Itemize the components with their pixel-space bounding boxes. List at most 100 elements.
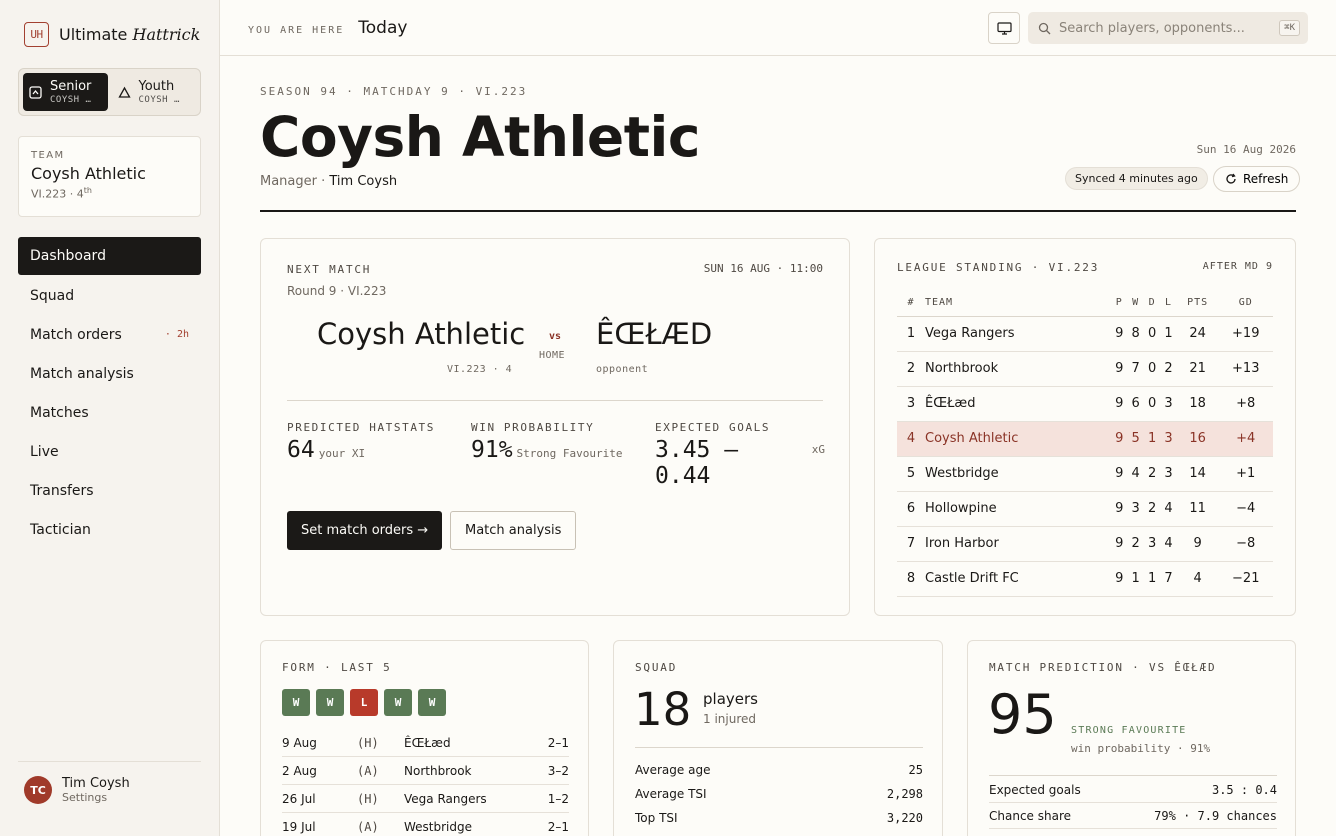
won: 6: [1127, 386, 1144, 422]
nav-label: Matches: [30, 404, 89, 421]
search-bar: ⌘K: [1028, 12, 1308, 44]
table-row[interactable]: 6 Hollowpine 9 3 2 4 11 −4: [897, 491, 1273, 527]
set-match-orders-button[interactable]: Set match orders →: [287, 511, 443, 550]
logo-icon: UH: [24, 22, 49, 47]
drawn: 0: [1143, 386, 1161, 422]
home-team: Coysh Athletic: [317, 317, 526, 351]
points: 11: [1176, 491, 1219, 527]
nav-item-matches[interactable]: Matches: [18, 393, 201, 432]
nav-item-squad[interactable]: Squad: [18, 276, 201, 315]
table-row-own-team[interactable]: 4 Coysh Athletic 9 5 1 3 16 +4: [897, 421, 1273, 457]
brand-name: Ultimate Hattrick: [59, 25, 200, 44]
table-row[interactable]: 3 ÊŒŁæd 9 6 0 3 18 +8: [897, 386, 1273, 422]
search-input[interactable]: [1059, 20, 1272, 36]
nav-label: Dashboard: [30, 248, 106, 264]
card-label: LEAGUE STANDING · VI.223: [897, 261, 1100, 274]
away-team: ÊŒŁÆD: [596, 317, 713, 351]
user-menu[interactable]: TC Tim Coysh Settings: [18, 761, 201, 804]
played: 9: [1111, 351, 1128, 387]
played: 9: [1111, 316, 1128, 352]
drawn: 2: [1143, 491, 1161, 527]
stat-value: 79% · 7.9 chances: [1154, 808, 1277, 823]
list-item[interactable]: 19 Jul (A) Westbridge 2–1: [282, 813, 569, 836]
home-team-sub: VI.223 · 4: [447, 364, 513, 375]
fixture-opponent: Northbrook: [404, 763, 472, 778]
nav-label: Match orders: [30, 326, 122, 343]
stat-note: xG: [811, 443, 825, 456]
senior-toggle[interactable]: Senior COYSH …: [23, 73, 108, 111]
won: 4: [1127, 456, 1144, 492]
nav-item-tactician[interactable]: Tactician: [18, 510, 201, 549]
card-label: MATCH PREDICTION · VS ÊŒŁÆD: [989, 661, 1217, 674]
prediction-score: 95: [988, 683, 1057, 746]
stat-key: Expected goals: [989, 782, 1081, 797]
form-card: FORM · LAST 5 W W L W W 9 Aug (H) ÊŒŁæd 2–1…: [260, 640, 589, 836]
team-name: Vega Rangers: [925, 316, 1112, 352]
match-analysis-button[interactable]: Match analysis: [450, 511, 577, 550]
monitor-icon: [996, 21, 1012, 35]
squad-unit: players: [703, 690, 758, 708]
squad-stats: Average age 25 Average TSI 2,298 Top TSI 3,…: [635, 758, 923, 830]
nav-item-match-analysis[interactable]: Match analysis: [18, 354, 201, 393]
won: 7: [1127, 351, 1144, 387]
refresh-button[interactable]: Refresh: [1213, 166, 1301, 192]
list-item[interactable]: 9 Aug (H) ÊŒŁæd 2–1: [282, 729, 569, 757]
youth-toggle[interactable]: Youth COYSH …: [112, 73, 197, 111]
points: 21: [1176, 351, 1219, 387]
table-row[interactable]: 8 Castle Drift FC 9 1 1 7 4 −21: [897, 561, 1273, 597]
list-item[interactable]: 2 Aug (A) Northbrook 3–2: [282, 757, 569, 785]
stat-label: WIN PROBABILITY: [471, 421, 595, 434]
nav-item-live[interactable]: Live: [18, 432, 201, 471]
fixture-venue: (H): [357, 791, 379, 806]
fixture-list: 9 Aug (H) ÊŒŁæd 2–1 2 Aug (A) Northbrook 3–2 2…: [282, 729, 569, 836]
team-card-sub-text: VI.223 · 4: [31, 187, 84, 201]
refresh-icon: [1226, 173, 1236, 184]
stat-row: Chance share 79% · 7.9 chances: [989, 803, 1277, 829]
table-row[interactable]: 2 Northbrook 9 7 0 2 21 +13: [897, 351, 1273, 387]
stat-note: Strong Favourite: [516, 447, 623, 460]
result-chip: W: [418, 689, 446, 716]
table-row[interactable]: 7 Iron Harbor 9 2 3 4 9 −8: [897, 526, 1273, 562]
nav-label: Match analysis: [30, 365, 134, 382]
league-standing-card: LEAGUE STANDING · VI.223 AFTER MD 9 # TE…: [874, 238, 1296, 616]
brand[interactable]: UH Ultimate Hattrick: [24, 22, 200, 47]
nav-label: Squad: [30, 287, 75, 304]
fixture-date: 9 Aug: [282, 735, 317, 750]
fixture-score: 2–1: [547, 819, 569, 834]
points: 14: [1176, 456, 1219, 492]
team-card[interactable]: TEAM Coysh Athletic VI.223 · 4th: [18, 136, 201, 217]
list-item[interactable]: 26 Jul (H) Vega Rangers 1–2: [282, 785, 569, 813]
lost: 3: [1160, 421, 1177, 457]
header-divider: [260, 210, 1296, 212]
table-row[interactable]: 1 Vega Rangers 9 8 0 1 24 +19: [897, 316, 1273, 352]
played: 9: [1111, 386, 1128, 422]
brand-name-text: Ultimate: [59, 25, 128, 44]
manager-label: Manager ·: [260, 174, 326, 189]
divider: [287, 400, 823, 401]
nav-item-transfers[interactable]: Transfers: [18, 471, 201, 510]
goal-diff: +13: [1218, 351, 1273, 387]
drawn: 0: [1143, 316, 1161, 352]
fixture-score: 1–2: [547, 791, 569, 806]
nav-item-match-orders[interactable]: Match orders · 2h: [18, 315, 201, 354]
manager-line: Manager · Tim Coysh: [260, 174, 397, 189]
lost: 4: [1160, 491, 1177, 527]
result-chip: L: [350, 689, 378, 716]
drawn: 1: [1143, 421, 1161, 457]
rank: 6: [897, 491, 925, 527]
table-row[interactable]: 5 Westbridge 9 4 2 3 14 +1: [897, 456, 1273, 492]
goal-diff: +19: [1218, 316, 1273, 352]
display-mode-button[interactable]: [988, 12, 1020, 44]
lost: 4: [1160, 526, 1177, 562]
youth-sub: COYSH …: [138, 94, 180, 105]
match-datetime: SUN 16 AUG · 11:00: [703, 262, 823, 275]
rank: 7: [897, 526, 925, 562]
nav-item-dashboard[interactable]: Dashboard: [18, 237, 201, 275]
match-prediction-card: MATCH PREDICTION · VS ÊŒŁÆD 95 STRONG FA…: [967, 640, 1296, 836]
senior-icon: [29, 85, 42, 99]
nav-label: Live: [30, 443, 59, 460]
stat-value: 3.45 — 0.44 xG: [655, 437, 825, 489]
topbar: YOU ARE HERE Today ⌘K: [220, 0, 1336, 56]
deadline-badge: · 2h: [164, 329, 189, 340]
stat-key: Top TSI: [635, 811, 678, 825]
